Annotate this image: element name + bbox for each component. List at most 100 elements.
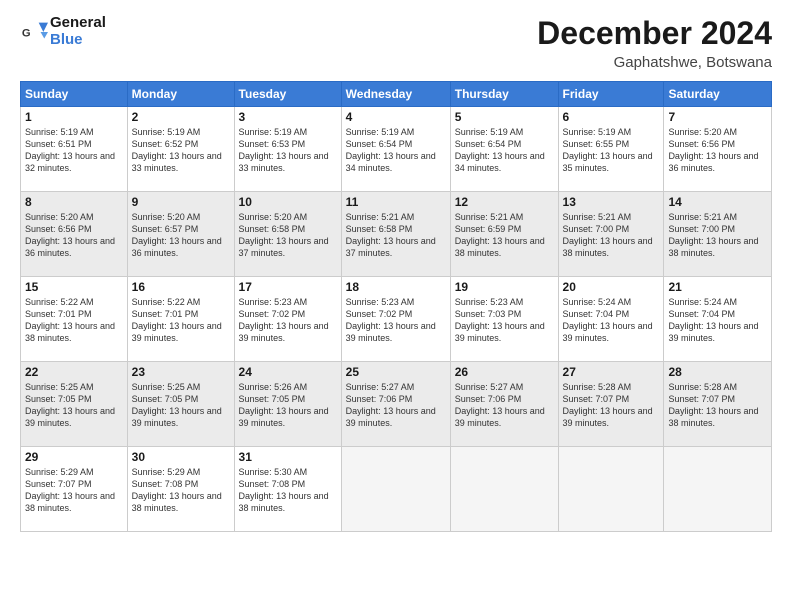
table-row: 15 Sunrise: 5:22 AMSunset: 7:01 PMDayligh…	[21, 277, 128, 362]
day-number: 14	[668, 195, 767, 209]
col-header-thursday: Thursday	[450, 82, 558, 107]
day-info: Sunrise: 5:20 AMSunset: 6:58 PMDaylight:…	[239, 211, 337, 260]
day-number: 24	[239, 365, 337, 379]
col-header-tuesday: Tuesday	[234, 82, 341, 107]
day-info: Sunrise: 5:21 AMSunset: 7:00 PMDaylight:…	[668, 211, 767, 260]
day-info: Sunrise: 5:22 AMSunset: 7:01 PMDaylight:…	[25, 296, 123, 345]
day-number: 1	[25, 110, 123, 124]
table-row: 20 Sunrise: 5:24 AMSunset: 7:04 PMDayligh…	[558, 277, 664, 362]
day-number: 16	[132, 280, 230, 294]
day-info: Sunrise: 5:19 AMSunset: 6:54 PMDaylight:…	[455, 126, 554, 175]
day-number: 29	[25, 450, 123, 464]
table-row: 1 Sunrise: 5:19 AMSunset: 6:51 PMDaylight…	[21, 107, 128, 192]
table-row: 22 Sunrise: 5:25 AMSunset: 7:05 PMDayligh…	[21, 362, 128, 447]
day-info: Sunrise: 5:22 AMSunset: 7:01 PMDaylight:…	[132, 296, 230, 345]
table-row: 10 Sunrise: 5:20 AMSunset: 6:58 PMDayligh…	[234, 192, 341, 277]
day-number: 19	[455, 280, 554, 294]
table-row	[558, 447, 664, 532]
day-number: 10	[239, 195, 337, 209]
day-number: 9	[132, 195, 230, 209]
day-number: 8	[25, 195, 123, 209]
day-info: Sunrise: 5:19 AMSunset: 6:51 PMDaylight:…	[25, 126, 123, 175]
table-row: 26Sunrise: 5:27 AMSunset: 7:06 PMDayligh…	[450, 362, 558, 447]
table-row: 14 Sunrise: 5:21 AMSunset: 7:00 PMDayligh…	[664, 192, 772, 277]
table-row	[450, 447, 558, 532]
day-info: Sunrise: 5:20 AMSunset: 6:56 PMDaylight:…	[668, 126, 767, 175]
col-header-saturday: Saturday	[664, 82, 772, 107]
table-row: 13Sunrise: 5:21 AMSunset: 7:00 PMDayligh…	[558, 192, 664, 277]
table-row: 16 Sunrise: 5:22 AMSunset: 7:01 PMDayligh…	[127, 277, 234, 362]
day-number: 5	[455, 110, 554, 124]
day-info: Sunrise: 5:29 AMSunset: 7:08 PMDaylight:…	[132, 466, 230, 515]
table-row: 7Sunrise: 5:20 AMSunset: 6:56 PMDaylight…	[664, 107, 772, 192]
day-number: 6	[563, 110, 660, 124]
day-info: Sunrise: 5:20 AMSunset: 6:57 PMDaylight:…	[132, 211, 230, 260]
day-number: 20	[563, 280, 660, 294]
day-info: Sunrise: 5:29 AMSunset: 7:07 PMDaylight:…	[25, 466, 123, 515]
calendar-header-row: SundayMondayTuesdayWednesdayThursdayFrid…	[21, 82, 772, 107]
day-info: Sunrise: 5:30 AMSunset: 7:08 PMDaylight:…	[239, 466, 337, 515]
day-number: 21	[668, 280, 767, 294]
day-number: 31	[239, 450, 337, 464]
day-number: 25	[346, 365, 446, 379]
page-title: December 2024	[537, 15, 772, 52]
table-row: 17Sunrise: 5:23 AMSunset: 7:02 PMDayligh…	[234, 277, 341, 362]
day-number: 18	[346, 280, 446, 294]
col-header-monday: Monday	[127, 82, 234, 107]
day-info: Sunrise: 5:19 AMSunset: 6:53 PMDaylight:…	[239, 126, 337, 175]
logo-line1: General	[50, 15, 106, 32]
day-info: Sunrise: 5:24 AMSunset: 7:04 PMDaylight:…	[563, 296, 660, 345]
table-row: 18Sunrise: 5:23 AMSunset: 7:02 PMDayligh…	[341, 277, 450, 362]
table-row: 31 Sunrise: 5:30 AMSunset: 7:08 PMDayligh…	[234, 447, 341, 532]
table-row: 4Sunrise: 5:19 AMSunset: 6:54 PMDaylight…	[341, 107, 450, 192]
day-info: Sunrise: 5:20 AMSunset: 6:56 PMDaylight:…	[25, 211, 123, 260]
day-info: Sunrise: 5:21 AMSunset: 6:59 PMDaylight:…	[455, 211, 554, 260]
table-row: 11Sunrise: 5:21 AMSunset: 6:58 PMDayligh…	[341, 192, 450, 277]
day-info: Sunrise: 5:23 AMSunset: 7:02 PMDaylight:…	[239, 296, 337, 345]
logo-line2: Blue	[50, 32, 106, 49]
table-row	[664, 447, 772, 532]
day-number: 30	[132, 450, 230, 464]
logo: G General Blue	[20, 15, 106, 48]
table-row: 29 Sunrise: 5:29 AMSunset: 7:07 PMDayligh…	[21, 447, 128, 532]
table-row: 27 Sunrise: 5:28 AMSunset: 7:07 PMDayligh…	[558, 362, 664, 447]
day-info: Sunrise: 5:28 AMSunset: 7:07 PMDaylight:…	[668, 381, 767, 430]
table-row: 25 Sunrise: 5:27 AMSunset: 7:06 PMDayligh…	[341, 362, 450, 447]
table-row: 28 Sunrise: 5:28 AMSunset: 7:07 PMDayligh…	[664, 362, 772, 447]
day-info: Sunrise: 5:27 AMSunset: 7:06 PMDaylight:…	[455, 381, 554, 430]
col-header-wednesday: Wednesday	[341, 82, 450, 107]
day-number: 27	[563, 365, 660, 379]
table-row: 6Sunrise: 5:19 AMSunset: 6:55 PMDaylight…	[558, 107, 664, 192]
table-row: 30 Sunrise: 5:29 AMSunset: 7:08 PMDayligh…	[127, 447, 234, 532]
day-info: Sunrise: 5:27 AMSunset: 7:06 PMDaylight:…	[346, 381, 446, 430]
table-row: 24 Sunrise: 5:26 AMSunset: 7:05 PMDayligh…	[234, 362, 341, 447]
table-row: 2 Sunrise: 5:19 AMSunset: 6:52 PMDaylight…	[127, 107, 234, 192]
day-number: 3	[239, 110, 337, 124]
logo-icon: G	[20, 18, 48, 46]
page-subtitle: Gaphatshwe, Botswana	[537, 54, 772, 71]
day-number: 22	[25, 365, 123, 379]
day-number: 15	[25, 280, 123, 294]
day-number: 11	[346, 195, 446, 209]
table-row: 9 Sunrise: 5:20 AMSunset: 6:57 PMDaylight…	[127, 192, 234, 277]
title-section: December 2024 Gaphatshwe, Botswana	[537, 15, 772, 71]
table-row: 23 Sunrise: 5:25 AMSunset: 7:05 PMDayligh…	[127, 362, 234, 447]
day-number: 2	[132, 110, 230, 124]
day-number: 28	[668, 365, 767, 379]
col-header-sunday: Sunday	[21, 82, 128, 107]
day-info: Sunrise: 5:19 AMSunset: 6:54 PMDaylight:…	[346, 126, 446, 175]
table-row: 19 Sunrise: 5:23 AMSunset: 7:03 PMDayligh…	[450, 277, 558, 362]
table-row	[341, 447, 450, 532]
day-info: Sunrise: 5:28 AMSunset: 7:07 PMDaylight:…	[563, 381, 660, 430]
day-info: Sunrise: 5:23 AMSunset: 7:03 PMDaylight:…	[455, 296, 554, 345]
day-info: Sunrise: 5:26 AMSunset: 7:05 PMDaylight:…	[239, 381, 337, 430]
svg-text:G: G	[22, 27, 31, 39]
calendar-table: SundayMondayTuesdayWednesdayThursdayFrid…	[20, 81, 772, 532]
day-info: Sunrise: 5:19 AMSunset: 6:52 PMDaylight:…	[132, 126, 230, 175]
table-row: 8 Sunrise: 5:20 AMSunset: 6:56 PMDaylight…	[21, 192, 128, 277]
day-info: Sunrise: 5:25 AMSunset: 7:05 PMDaylight:…	[132, 381, 230, 430]
day-info: Sunrise: 5:25 AMSunset: 7:05 PMDaylight:…	[25, 381, 123, 430]
day-info: Sunrise: 5:24 AMSunset: 7:04 PMDaylight:…	[668, 296, 767, 345]
table-row: 3 Sunrise: 5:19 AMSunset: 6:53 PMDaylight…	[234, 107, 341, 192]
day-number: 23	[132, 365, 230, 379]
